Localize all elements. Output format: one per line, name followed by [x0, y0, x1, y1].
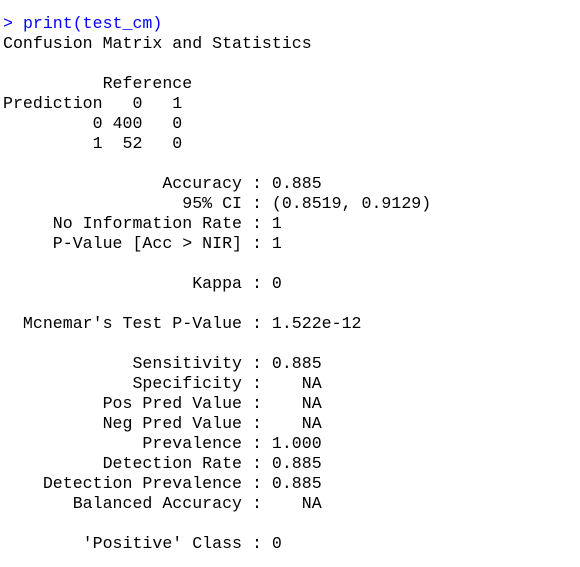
stat-label: Pos Pred Value: [3, 394, 242, 413]
matrix-row: 1 52 0: [3, 134, 580, 154]
stat-value: 0.885: [271, 354, 322, 373]
reference-label: Reference: [102, 74, 193, 93]
prediction-label: Prediction: [3, 94, 103, 113]
stat-label: Detection Prevalence: [3, 474, 242, 493]
console-command: print(test_cm): [22, 14, 163, 33]
statistics-block: Accuracy : 0.885 95% CI : (0.8519, 0.912…: [3, 174, 580, 554]
matrix-row-cells: 52 0: [122, 134, 183, 153]
stat-value: NA: [271, 394, 322, 413]
stat-label: Neg Pred Value: [3, 414, 242, 433]
stat-value: 0: [271, 534, 282, 553]
stat-value: 1: [271, 214, 282, 233]
stat-label: Prevalence: [3, 434, 242, 453]
stat-value: 1.000: [271, 434, 322, 453]
stat-label: Accuracy: [3, 174, 242, 193]
stat-value: 0.885: [271, 174, 322, 193]
stat-row: Specificity : NA: [3, 374, 322, 393]
matrix-col-labels: 0 1: [132, 94, 183, 113]
r-console-output: > print(test_cm) Confusion Matrix and St…: [0, 0, 580, 554]
stat-row: Detection Rate : 0.885: [3, 454, 322, 473]
matrix-row-cells: 400 0: [112, 114, 183, 133]
stat-row: P-Value [Acc > NIR] : 1: [3, 234, 282, 253]
matrix-column-header: Prediction 0 1: [3, 94, 580, 114]
stat-row: Sensitivity : 0.885: [3, 354, 322, 373]
matrix-reference-header: Reference: [3, 74, 580, 94]
command-line: > print(test_cm): [3, 14, 580, 34]
stat-row: Detection Prevalence : 0.885: [3, 474, 322, 493]
stat-label: No Information Rate: [3, 214, 242, 233]
stat-label: 'Positive' Class: [3, 534, 242, 553]
stat-value: 1.522e-12: [271, 314, 362, 333]
stat-value: NA: [271, 414, 322, 433]
stat-row: Prevalence : 1.000: [3, 434, 322, 453]
stat-label: Specificity: [3, 374, 242, 393]
stat-row: No Information Rate : 1: [3, 214, 282, 233]
stat-value: NA: [271, 374, 322, 393]
stat-value: 1: [271, 234, 282, 253]
stat-row: Pos Pred Value : NA: [3, 394, 322, 413]
stat-row: Neg Pred Value : NA: [3, 414, 322, 433]
console-prompt: >: [3, 14, 13, 33]
stat-row: Balanced Accuracy : NA: [3, 494, 322, 513]
stat-label: Kappa: [3, 274, 242, 293]
stat-label: Balanced Accuracy: [3, 494, 242, 513]
stat-label: Detection Rate: [3, 454, 242, 473]
matrix-row: 0 400 0: [3, 114, 580, 134]
matrix-row-label: 0: [92, 114, 103, 133]
stat-value: 0.885: [271, 474, 322, 493]
stat-row: Mcnemar's Test P-Value : 1.522e-12: [3, 314, 362, 333]
stat-label: 95% CI: [3, 194, 242, 213]
stat-value: 0.885: [271, 454, 322, 473]
stat-row: 95% CI : (0.8519, 0.9129): [3, 194, 432, 213]
stat-label: P-Value [Acc > NIR]: [3, 234, 242, 253]
stat-value: NA: [271, 494, 322, 513]
stat-label: Sensitivity: [3, 354, 242, 373]
stat-row: Accuracy : 0.885: [3, 174, 322, 193]
stat-row: 'Positive' Class : 0: [3, 534, 282, 553]
stat-row: Kappa : 0: [3, 274, 282, 293]
output-title: Confusion Matrix and Statistics: [3, 34, 312, 53]
stat-value: (0.8519, 0.9129): [271, 194, 432, 213]
matrix-row-label: 1: [92, 134, 103, 153]
stat-value: 0: [271, 274, 282, 293]
stat-label: Mcnemar's Test P-Value: [3, 314, 242, 333]
